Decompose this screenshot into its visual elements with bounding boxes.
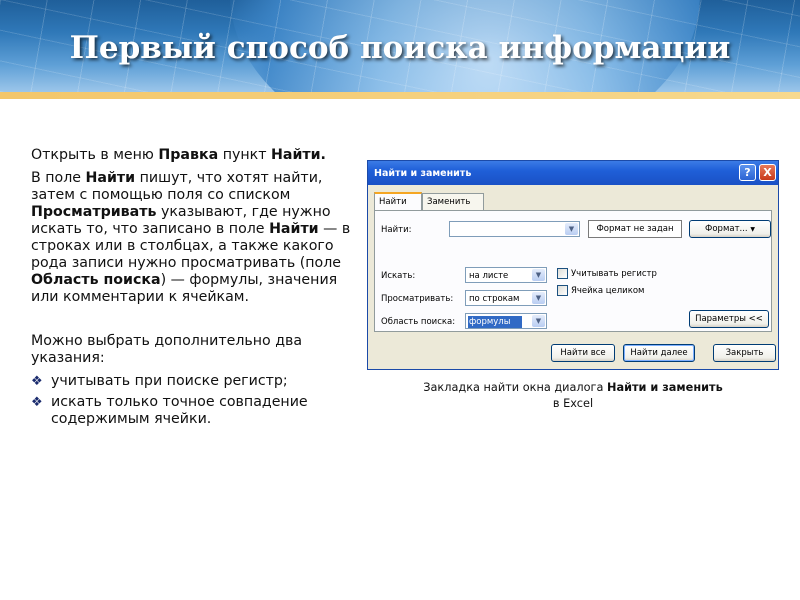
search-label: Искать: — [381, 271, 416, 281]
instructions-text: Открыть в меню Правка пункт Найти. В пол… — [31, 147, 351, 432]
search-area-select-value: формулы — [468, 316, 523, 328]
paragraph-2: В поле Найти пишут, что хотят найти, зат… — [31, 170, 351, 306]
look-in-label: Просматривать: — [381, 294, 454, 304]
search-area-label: Область поиска: — [381, 317, 456, 327]
chevron-down-icon[interactable]: ▼ — [532, 292, 545, 304]
tab-find[interactable]: Найти — [374, 192, 422, 211]
whole-cell-label: Ячейка целиком — [571, 286, 645, 296]
format-button[interactable]: Формат... ▼ — [689, 220, 771, 238]
list-item-text: искать только точное совпадение содержим… — [51, 394, 308, 427]
list-item: ❖ учитывать при поиске регистр; — [31, 373, 351, 390]
find-next-button[interactable]: Найти далее — [623, 344, 695, 362]
find-replace-dialog: Найти и заменить ? X Найти Заменить Найт… — [367, 160, 779, 370]
look-in-select[interactable]: по строкам ▼ — [465, 290, 547, 306]
tab-replace[interactable]: Заменить — [422, 193, 484, 210]
text-run-bold: Найти. — [271, 147, 326, 163]
search-select[interactable]: на листе ▼ — [465, 267, 547, 283]
format-button-label: Формат... — [705, 224, 748, 234]
find-panel: Найти: ▼ Формат не задан Формат... ▼ Иск… — [374, 210, 772, 332]
text-run-bold: Найти — [269, 221, 319, 237]
text-run: Открыть в меню — [31, 147, 159, 163]
whole-cell-checkbox[interactable] — [557, 285, 568, 296]
look-in-select-value: по строкам — [469, 294, 520, 304]
chevron-down-icon[interactable]: ▼ — [532, 315, 545, 327]
text-run-bold: Область поиска — [31, 272, 161, 288]
text-run: пункт — [218, 147, 271, 163]
options-button[interactable]: Параметры << — [689, 310, 769, 328]
header-stripe — [0, 92, 800, 99]
caption-text: в Excel — [552, 397, 594, 410]
diamond-bullet-icon: ❖ — [31, 374, 43, 389]
paragraph-1: Открыть в меню Правка пункт Найти. — [31, 147, 351, 164]
dialog-title: Найти и заменить — [374, 168, 472, 179]
help-button[interactable]: ? — [739, 164, 756, 181]
close-icon[interactable]: X — [759, 164, 776, 181]
caption-text: Закладка найти окна диалога — [423, 381, 607, 394]
find-label: Найти: — [381, 225, 412, 235]
find-input[interactable]: ▼ — [449, 221, 580, 237]
caption-text-bold: Найти и заменить — [607, 381, 723, 394]
close-button[interactable]: Закрыть — [713, 344, 776, 362]
paragraph-3: Можно выбрать дополнительно два указания… — [31, 333, 303, 366]
diamond-bullet-icon: ❖ — [31, 395, 43, 410]
dialog-titlebar[interactable]: Найти и заменить ? X — [368, 161, 778, 185]
text-run-bold: Правка — [158, 147, 219, 163]
chevron-down-icon[interactable]: ▼ — [565, 223, 578, 235]
search-area-select[interactable]: формулы ▼ — [465, 313, 547, 329]
slide-title: Первый способ поиска информации — [69, 30, 731, 66]
dialog-caption: Закладка найти окна диалога Найти и заме… — [367, 380, 779, 412]
chevron-down-icon: ▼ — [750, 226, 755, 233]
text-run-bold: Найти — [85, 170, 136, 186]
search-select-value: на листе — [469, 271, 509, 281]
find-all-button[interactable]: Найти все — [551, 344, 615, 362]
format-preview: Формат не задан — [588, 220, 682, 238]
text-run-bold: Просматривать — [31, 204, 157, 220]
header-banner: Первый способ поиска информации — [0, 0, 800, 92]
text-run: В поле — [31, 170, 86, 186]
chevron-down-icon[interactable]: ▼ — [532, 269, 545, 281]
list-item: ❖ искать только точное совпадение содерж… — [31, 394, 351, 428]
match-case-checkbox[interactable] — [557, 268, 568, 279]
match-case-label: Учитывать регистр — [571, 269, 657, 279]
list-item-text: учитывать при поиске регистр; — [51, 373, 288, 389]
